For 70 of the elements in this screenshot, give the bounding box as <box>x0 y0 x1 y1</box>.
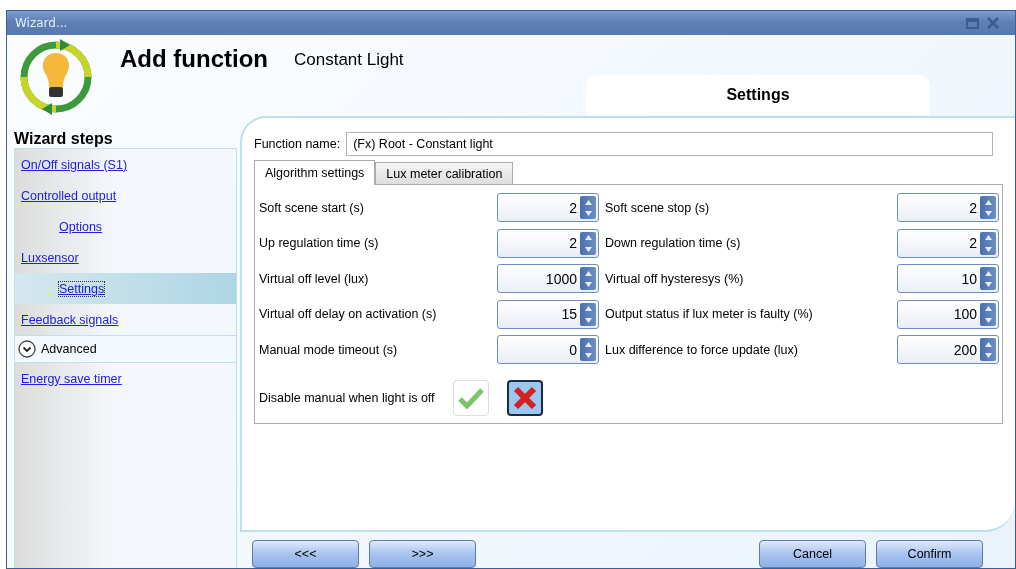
down-arrow-icon[interactable] <box>584 211 592 216</box>
number-spinner[interactable]: 2 <box>897 228 999 258</box>
down-arrow-icon[interactable] <box>584 282 592 287</box>
settings-tab[interactable]: Lux meter calibration <box>375 162 514 185</box>
up-arrow-icon[interactable] <box>584 341 592 347</box>
no-button[interactable] <box>506 379 543 416</box>
close-icon[interactable] <box>987 17 999 29</box>
selected-step-row[interactable]: Settings <box>15 273 236 304</box>
field-label: Virtual off delay on activation (s) <box>259 307 437 322</box>
check-icon <box>457 386 484 409</box>
settings-tab[interactable]: Algorithm settings <box>254 160 376 185</box>
up-arrow-icon[interactable] <box>984 199 992 205</box>
field-label: Soft scene start (s) <box>259 200 364 215</box>
up-arrow-icon[interactable] <box>984 270 992 276</box>
function-type: Constant Light <box>293 50 404 70</box>
step-link[interactable]: Feedback signals <box>21 312 119 327</box>
step-link[interactable]: Energy save timer <box>21 371 122 386</box>
section-label: Advanced <box>41 342 97 356</box>
field-label: Virtual off hysteresys (%) <box>605 271 744 286</box>
field-label: Lux difference to force update (lux) <box>605 342 798 357</box>
down-arrow-icon[interactable] <box>584 246 592 252</box>
field-label: Down regulation time (s) <box>605 236 741 251</box>
settings-tab[interactable]: Settings <box>586 75 930 115</box>
down-arrow-icon[interactable] <box>584 353 592 358</box>
advanced-expander[interactable]: Advanced <box>15 335 236 363</box>
up-arrow-icon[interactable] <box>584 306 592 311</box>
number-spinner[interactable]: 10 <box>897 264 999 294</box>
step-link[interactable]: Luxsensor <box>21 250 79 265</box>
maximize-icon[interactable] <box>966 17 979 29</box>
sidebar-title: Wizard steps <box>14 130 114 148</box>
number-spinner[interactable]: 15 <box>497 299 599 329</box>
number-spinner[interactable]: 2 <box>897 193 999 223</box>
function-name-field[interactable]: (Fx) Root - Constant light <box>346 132 993 156</box>
number-spinner[interactable]: 0 <box>497 335 599 365</box>
down-arrow-icon[interactable] <box>984 282 992 287</box>
field-label: Function name: <box>254 137 341 151</box>
field-label: Disable manual when light is off <box>259 390 435 405</box>
cancel-button[interactable]: Cancel <box>759 540 866 568</box>
yes-button[interactable] <box>452 379 489 416</box>
down-arrow-icon[interactable] <box>984 211 992 216</box>
window-title: Wizard... <box>15 16 68 30</box>
confirm-button[interactable]: Confirm <box>876 540 983 568</box>
up-arrow-icon[interactable] <box>584 235 592 240</box>
down-arrow-icon[interactable] <box>984 317 992 323</box>
field-label: Soft scene stop (s) <box>605 200 710 215</box>
page-title: Add function <box>120 45 268 73</box>
field-label: Virtual off level (lux) <box>259 271 369 286</box>
step-link[interactable]: Options <box>59 219 103 234</box>
down-arrow-icon[interactable] <box>984 353 992 358</box>
number-spinner[interactable]: 100 <box>897 299 999 329</box>
up-arrow-icon[interactable] <box>984 235 992 240</box>
step-link[interactable]: Settings <box>59 281 105 296</box>
number-spinner[interactable]: 200 <box>897 335 999 365</box>
field-label: Output status if lux meter is faulty (%) <box>605 307 813 322</box>
down-arrow-icon[interactable] <box>584 317 592 323</box>
back-button[interactable]: <<< <box>252 540 359 568</box>
up-arrow-icon[interactable] <box>984 341 992 347</box>
step-link[interactable]: Controlled output <box>21 188 117 203</box>
field-label: Manual mode timeout (s) <box>259 342 398 357</box>
down-arrow-icon[interactable] <box>984 246 992 252</box>
number-spinner[interactable]: 2 <box>497 193 599 223</box>
number-spinner[interactable]: 1000 <box>497 264 599 294</box>
field-label: Up regulation time (s) <box>259 236 379 251</box>
step-link[interactable]: On/Off signals (S1) <box>21 157 128 172</box>
up-arrow-icon[interactable] <box>584 270 592 276</box>
next-button[interactable]: >>> <box>369 540 476 568</box>
up-arrow-icon[interactable] <box>584 199 592 205</box>
number-spinner[interactable]: 2 <box>497 228 599 258</box>
up-arrow-icon[interactable] <box>984 306 992 311</box>
cross-icon <box>512 385 537 410</box>
